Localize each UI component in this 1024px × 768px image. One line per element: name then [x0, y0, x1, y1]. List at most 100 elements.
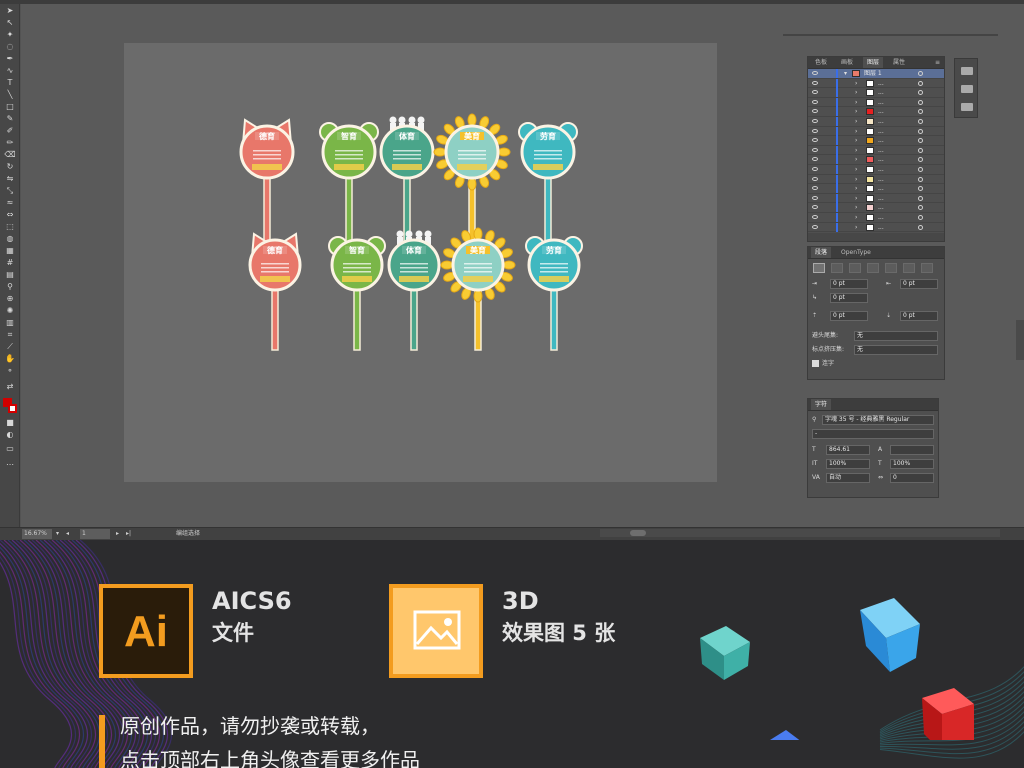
free-transform-tool-icon[interactable]: ⬚ [3, 222, 17, 231]
horizontal-scale-field[interactable]: 100% [890, 459, 934, 469]
layer-sublayer-row[interactable]: ›... [808, 145, 944, 156]
layer-name[interactable]: 图层 1 [864, 69, 882, 78]
layer-name[interactable]: ... [878, 223, 884, 232]
target-circle-icon[interactable] [918, 109, 923, 115]
visibility-eye-icon[interactable] [812, 166, 818, 171]
blend-tool-icon[interactable]: ⊕ [3, 294, 17, 303]
visibility-eye-icon[interactable] [812, 195, 818, 200]
artboard-tool-icon[interactable]: ⌗ [3, 330, 17, 339]
visibility-eye-icon[interactable] [812, 214, 818, 219]
expand-chevron-icon[interactable]: ▾ [844, 69, 847, 78]
expand-chevron-icon[interactable]: › [855, 107, 857, 116]
warp-tool-icon[interactable]: ≈ [3, 198, 17, 207]
expand-chevron-icon[interactable]: › [855, 155, 857, 164]
expand-chevron-icon[interactable]: › [855, 117, 857, 126]
visibility-eye-icon[interactable] [812, 128, 818, 133]
lasso-tool-icon[interactable]: ◌ [3, 42, 17, 51]
vertical-scale-field[interactable]: 100% [826, 459, 870, 469]
kinsoku-select[interactable]: 无 [854, 331, 938, 341]
panel-menu-icon[interactable]: ≡ [931, 57, 944, 68]
vertical-scrollbar[interactable] [1016, 320, 1024, 360]
align-left-button[interactable] [813, 263, 825, 273]
libraries-icon[interactable] [961, 67, 973, 75]
visibility-eye-icon[interactable] [812, 147, 818, 152]
gradient-tool-icon[interactable]: ▤ [3, 270, 17, 279]
eraser-tool-icon[interactable]: ⌫ [3, 150, 17, 159]
layer-name[interactable]: ... [878, 98, 884, 107]
target-circle-icon[interactable] [918, 128, 923, 134]
artboard-number-field[interactable]: 1 [80, 529, 110, 539]
kerning-select[interactable]: 自动 [826, 473, 870, 483]
artboard[interactable]: 德育 智育 体育 美育 劳育 德育 智育 体育 美育 劳育 [124, 43, 717, 482]
leading-field[interactable] [890, 445, 934, 455]
layer-name[interactable]: ... [878, 175, 884, 184]
swap-colors-icon[interactable]: ⇄ [3, 382, 17, 391]
expand-chevron-icon[interactable]: › [855, 175, 857, 184]
layer-sublayer-row[interactable]: ›... [808, 222, 944, 233]
left-indent-field[interactable]: 0 pt [830, 279, 868, 289]
paintbrush-tool-icon[interactable]: ✎ [3, 114, 17, 123]
space-after-field[interactable]: 0 pt [900, 311, 938, 321]
layer-sublayer-row[interactable]: ›... [808, 184, 944, 194]
layer-name[interactable]: ... [878, 165, 884, 174]
layer-name[interactable]: ... [878, 203, 884, 212]
expand-chevron-icon[interactable]: › [855, 88, 857, 97]
target-circle-icon[interactable] [918, 80, 923, 86]
mesh-tool-icon[interactable]: # [3, 258, 17, 267]
direct-selection-tool-icon[interactable]: ↖ [3, 18, 17, 27]
target-circle-icon[interactable] [918, 214, 923, 220]
layer-name[interactable]: ... [878, 107, 884, 116]
align-center-button[interactable] [831, 263, 843, 273]
visibility-eye-icon[interactable] [812, 176, 818, 181]
layer-sublayer-row[interactable]: ›... [808, 212, 944, 223]
expand-chevron-icon[interactable]: › [855, 146, 857, 155]
expand-chevron-icon[interactable]: › [855, 194, 857, 203]
layer-sublayer-row[interactable]: ›... [808, 116, 944, 127]
expand-chevron-icon[interactable]: › [855, 223, 857, 232]
zoom-tool-icon[interactable]: ⚬ [3, 366, 17, 375]
layer-row-main[interactable]: ▾ 图层 1 [808, 69, 944, 79]
expand-chevron-icon[interactable]: › [855, 98, 857, 107]
next-artboard-icon[interactable]: ▸ [116, 528, 119, 540]
target-circle-icon[interactable] [918, 99, 923, 105]
layer-name[interactable]: ... [878, 79, 884, 88]
scale-tool-icon[interactable]: ⤡ [3, 186, 17, 195]
tab-layers[interactable]: 图层 [863, 57, 884, 68]
visibility-eye-icon[interactable] [812, 118, 818, 123]
font-family-select[interactable]: 字魂 35 号 - 经典雅黑 Regular [822, 415, 934, 425]
shaper-tool-icon[interactable]: ✐ [3, 126, 17, 135]
eyedropper-tool-icon[interactable]: ⚲ [3, 282, 17, 291]
line-tool-icon[interactable]: ╲ [3, 90, 17, 99]
expand-chevron-icon[interactable]: › [855, 136, 857, 145]
appearance-icon[interactable] [961, 103, 973, 111]
target-circle-icon[interactable] [918, 90, 923, 96]
magic-wand-tool-icon[interactable]: ✦ [3, 30, 17, 39]
tab-paragraph[interactable]: 段落 [811, 247, 832, 258]
target-circle-icon[interactable] [918, 157, 923, 163]
justify-center-button[interactable] [885, 263, 897, 273]
horizontal-scrollbar[interactable] [600, 529, 1000, 537]
justify-right-button[interactable] [903, 263, 915, 273]
pen-tool-icon[interactable]: ✒ [3, 54, 17, 63]
tab-opentype[interactable]: OpenType [837, 247, 875, 258]
target-circle-icon[interactable] [918, 71, 923, 76]
justify-left-button[interactable] [867, 263, 879, 273]
font-size-field[interactable]: 864.61 [826, 445, 870, 455]
layer-sublayer-row[interactable]: ›... [808, 155, 944, 165]
visibility-eye-icon[interactable] [812, 138, 818, 143]
tab-character[interactable]: 字符 [811, 399, 832, 410]
layer-name[interactable]: ... [878, 213, 884, 222]
selection-tool-icon[interactable]: ➤ [3, 6, 17, 15]
slice-tool-icon[interactable]: ⟋ [3, 342, 17, 351]
target-circle-icon[interactable] [918, 176, 923, 182]
visibility-eye-icon[interactable] [812, 90, 818, 95]
target-circle-icon[interactable] [918, 224, 923, 230]
target-circle-icon[interactable] [918, 118, 923, 124]
layer-sublayer-row[interactable]: ›... [808, 174, 944, 185]
align-icon[interactable] [961, 85, 973, 93]
space-before-field[interactable]: 0 pt [830, 311, 868, 321]
hyphenate-checkbox[interactable] [812, 360, 819, 367]
layer-sublayer-row[interactable]: ›... [808, 97, 944, 108]
layer-name[interactable]: ... [878, 184, 884, 193]
layer-sublayer-row[interactable]: ›... [808, 203, 944, 213]
